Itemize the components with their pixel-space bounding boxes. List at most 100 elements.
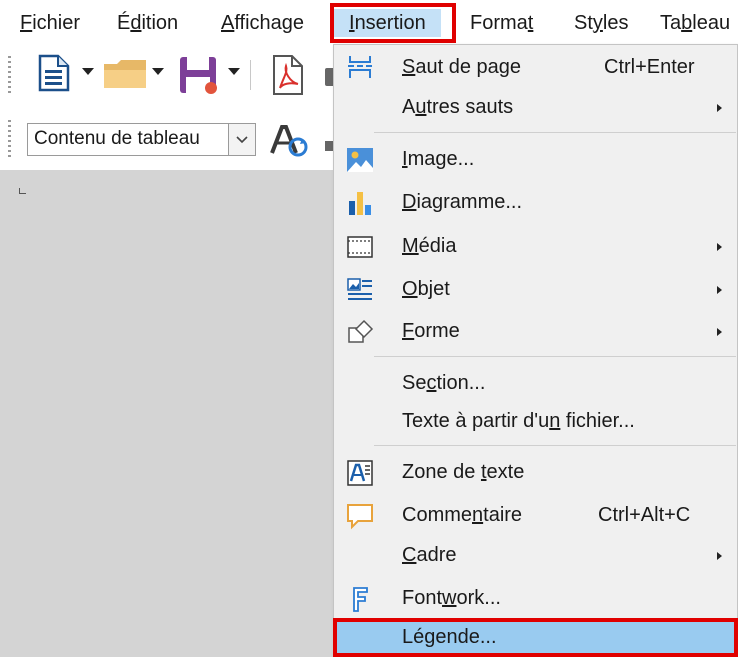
menu-item-label: Autres sauts: [402, 96, 513, 119]
export-pdf-icon[interactable]: [272, 54, 304, 96]
menu-item-label: Légende...: [402, 626, 497, 649]
label-part: Zone de: [402, 461, 481, 483]
menu-item-objet[interactable]: Objet: [334, 271, 737, 309]
label-part: orme: [414, 320, 460, 342]
page-break-icon: [348, 56, 372, 78]
mnemonic: g: [424, 626, 436, 648]
open-folder-icon[interactable]: [102, 58, 148, 90]
menu-fichier[interactable]: Fichier: [20, 9, 80, 37]
menu-item-label: Cadre: [402, 544, 456, 567]
mnemonic: n: [549, 410, 561, 432]
text-boundary-corner: [19, 188, 26, 194]
menu-item-saut-de-page[interactable]: Saut de page Ctrl+Enter: [334, 49, 737, 87]
menu-mnemonic: d: [130, 12, 142, 34]
toolbar-grip[interactable]: [8, 120, 11, 158]
label-part: édia: [418, 235, 457, 257]
mnemonic: M: [402, 235, 419, 257]
chevron-down-icon[interactable]: [228, 68, 240, 76]
menu-styles[interactable]: Styles: [574, 9, 628, 37]
menu-insertion[interactable]: Insertion: [334, 9, 441, 37]
paragraph-style-combo[interactable]: Contenu de tableau: [27, 123, 256, 156]
menu-label-part: É: [117, 12, 131, 34]
menu-item-label: Objet: [402, 278, 450, 301]
menu-item-label: Média: [402, 235, 456, 258]
submenu-arrow-icon: [717, 243, 722, 251]
menu-tableau[interactable]: Tableau: [660, 9, 730, 37]
label-part: ork...: [456, 587, 501, 609]
menu-label-part: St: [574, 12, 593, 34]
label-part: adre: [416, 544, 457, 566]
label-part: bjet: [417, 278, 450, 300]
menu-item-media[interactable]: Média: [334, 228, 737, 266]
toolbar-separator: [250, 60, 251, 90]
label-part: Se: [402, 372, 427, 394]
menu-item-label: Image...: [402, 148, 474, 171]
menu-item-legende[interactable]: Légende...: [334, 621, 737, 655]
menu-item-commentaire[interactable]: Commentaire Ctrl+Alt+C: [334, 497, 737, 535]
menu-mnemonic: F: [20, 12, 33, 34]
toolbar-grip[interactable]: [8, 56, 11, 94]
menu-item-zone-de-texte[interactable]: Zone de texte: [334, 454, 737, 492]
mnemonic: D: [402, 191, 417, 213]
label-part: taire: [483, 504, 523, 526]
insertion-dropdown-menu: Saut de page Ctrl+Enter Autres sauts Ima…: [333, 44, 738, 657]
menu-mnemonic: t: [527, 12, 534, 34]
update-style-icon[interactable]: [268, 123, 314, 159]
menu-format[interactable]: Format: [470, 9, 533, 37]
submenu-arrow-icon: [717, 328, 722, 336]
save-icon[interactable]: [178, 55, 220, 95]
label-part: Font: [402, 587, 443, 609]
chevron-down-icon[interactable]: [82, 68, 94, 76]
comment-icon: [347, 504, 373, 530]
menu-item-texte-fichier[interactable]: Texte à partir d'un fichier...: [334, 403, 737, 441]
menu-edition[interactable]: Édition: [117, 9, 178, 37]
menu-separator: [374, 445, 736, 446]
label-part: iagramme...: [416, 191, 523, 213]
menu-label-part: nsertion: [354, 12, 426, 34]
new-document-icon[interactable]: [38, 54, 70, 92]
mnemonic: C: [402, 544, 417, 566]
menu-item-fontwork[interactable]: Fontwork...: [334, 580, 737, 618]
submenu-arrow-icon: [717, 104, 722, 112]
label-part: ende...: [435, 626, 497, 648]
menu-item-cadre[interactable]: Cadre: [334, 537, 737, 575]
menu-label-part: Ta: [660, 12, 682, 34]
label-part: Texte à partir d'u: [402, 410, 550, 432]
menubar: Fichier Édition Affichage Insertion Form…: [0, 0, 738, 46]
mnemonic: F: [402, 320, 415, 342]
chart-icon: [349, 192, 371, 215]
menu-item-image[interactable]: Image...: [334, 141, 737, 179]
menu-mnemonic: A: [221, 12, 235, 34]
menu-mnemonic: b: [681, 12, 693, 34]
label-part: Comme: [402, 504, 473, 526]
submenu-arrow-icon: [717, 552, 722, 560]
paragraph-style-dropdown-button[interactable]: [228, 124, 255, 155]
label-part: fichier...: [560, 410, 635, 432]
label-part: Lé: [402, 626, 425, 648]
mnemonic: O: [402, 278, 418, 300]
fontwork-icon: [353, 587, 368, 612]
document-area[interactable]: [0, 170, 335, 657]
label-part: tion...: [436, 372, 486, 394]
label-part: A: [402, 96, 416, 118]
menu-separator: [374, 132, 736, 133]
menu-item-forme[interactable]: Forme: [334, 313, 737, 351]
menu-item-label: Diagramme...: [402, 191, 522, 214]
mnemonic: w: [442, 587, 457, 609]
label-part: tres sauts: [426, 96, 514, 118]
mnemonic: u: [415, 96, 427, 118]
media-icon: [347, 236, 373, 258]
menu-affichage[interactable]: Affichage: [221, 9, 304, 37]
chevron-down-icon: [236, 136, 248, 144]
menu-item-diagramme[interactable]: Diagramme...: [334, 184, 737, 222]
menu-label-part: ition: [141, 12, 179, 34]
menu-item-shortcut: Ctrl+Enter: [604, 56, 695, 78]
menu-item-autres-sauts[interactable]: Autres sauts: [334, 89, 737, 127]
new-style-icon[interactable]: [325, 141, 333, 151]
mnemonic: c: [426, 372, 437, 394]
chevron-down-icon[interactable]: [152, 68, 164, 76]
menu-label-part: Forma: [470, 12, 528, 34]
menu-item-section[interactable]: Section...: [334, 365, 737, 403]
label-part: aut de page: [415, 56, 521, 78]
paragraph-style-value: Contenu de tableau: [34, 128, 200, 149]
